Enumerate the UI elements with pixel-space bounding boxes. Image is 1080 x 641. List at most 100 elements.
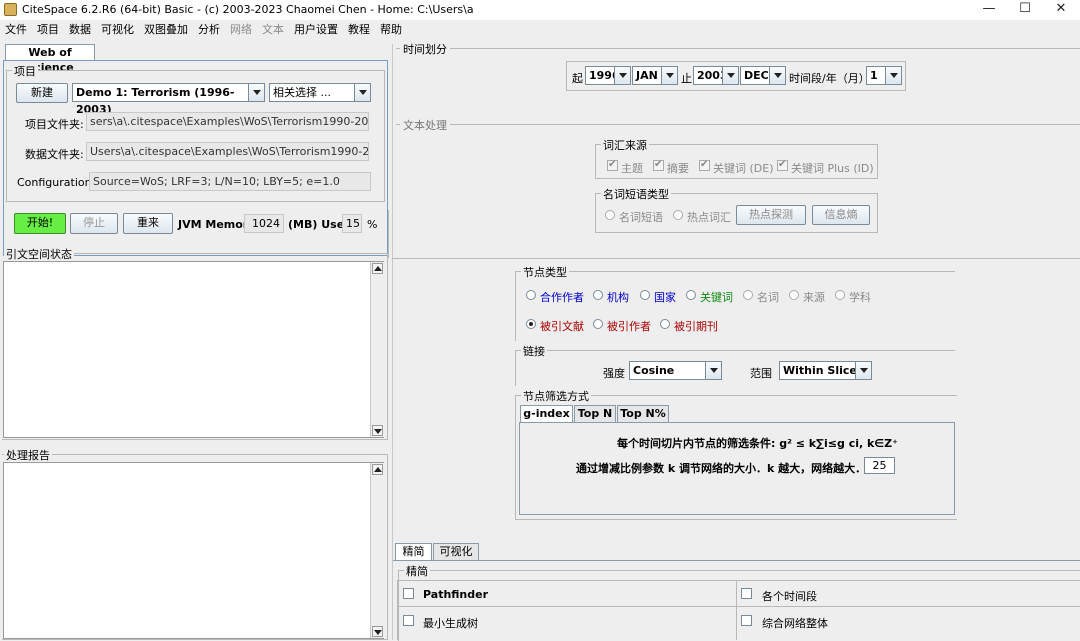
chevron-down-icon bbox=[354, 84, 370, 101]
node-country-radio[interactable] bbox=[640, 290, 650, 300]
strength-value: Cosine bbox=[633, 364, 675, 377]
tab-top-n[interactable]: Top N bbox=[574, 405, 616, 422]
per-slice-value: 1 bbox=[870, 69, 878, 82]
node-category-radio[interactable] bbox=[835, 290, 845, 300]
node-cited-author-label: 被引作者 bbox=[607, 320, 651, 333]
source-plus-checkbox[interactable] bbox=[777, 159, 788, 171]
links-title: 链接 bbox=[521, 343, 547, 359]
node-coauthor-radio[interactable] bbox=[526, 290, 536, 300]
entropy-button[interactable]: 信息熵 bbox=[812, 205, 870, 225]
new-project-button[interactable]: 新建 bbox=[16, 83, 68, 103]
slice-networks-checkbox[interactable] bbox=[741, 588, 752, 599]
start-button[interactable]: 开始! bbox=[14, 213, 66, 234]
citation-space-title: 引文空间状态 bbox=[4, 246, 74, 262]
source-abstract-label: 摘要 bbox=[667, 162, 689, 175]
tab-top-n-percent[interactable]: Top N% bbox=[617, 405, 669, 422]
burst-detection-button[interactable]: 热点探测 bbox=[736, 205, 806, 225]
menu-preferences[interactable]: 用户设置 bbox=[289, 20, 343, 40]
tab-g-index[interactable]: g-index bbox=[520, 405, 573, 422]
scroll-up-icon[interactable] bbox=[372, 464, 383, 475]
window-title: CiteSpace 6.2.R6 (64-bit) Basic - (c) 20… bbox=[22, 3, 474, 16]
pathfinder-label: Pathfinder bbox=[423, 588, 489, 601]
tab-visualization[interactable]: 可视化 bbox=[433, 543, 479, 560]
scroll-down-icon[interactable] bbox=[372, 425, 383, 436]
menu-analysis[interactable]: 分析 bbox=[193, 20, 225, 40]
project-dir-field[interactable]: sers\a\.citespace\Examples\WoS\Terrorism… bbox=[86, 112, 369, 131]
divider bbox=[396, 124, 1080, 125]
to-year-select[interactable]: 2003 bbox=[693, 66, 739, 85]
node-term-label: 名词 bbox=[757, 291, 779, 304]
menu-project[interactable]: 项目 bbox=[32, 20, 64, 40]
menu-help[interactable]: 帮助 bbox=[375, 20, 407, 40]
slice-networks-label: 各个时间段 bbox=[762, 590, 817, 603]
data-dir-label: 数据文件夹: bbox=[25, 148, 84, 161]
pruning-title: 精简 bbox=[404, 563, 430, 579]
menu-data[interactable]: 数据 bbox=[64, 20, 96, 40]
divider bbox=[392, 44, 393, 640]
node-cited-reference-label: 被引文献 bbox=[540, 320, 584, 333]
mst-checkbox[interactable] bbox=[403, 615, 414, 626]
chevron-down-icon bbox=[722, 67, 738, 84]
strength-select[interactable]: Cosine bbox=[629, 361, 722, 380]
source-topic-label: 主题 bbox=[621, 162, 643, 175]
source-topic-checkbox[interactable] bbox=[607, 159, 618, 171]
stop-button[interactable]: 停止 bbox=[70, 213, 118, 234]
merged-network-checkbox[interactable] bbox=[741, 615, 752, 626]
merged-network-label: 综合网络整体 bbox=[762, 617, 828, 630]
g-index-formula: 每个时间切片内节点的筛选条件: g² ≤ k∑i≤g ci, k∈Z⁺ bbox=[617, 437, 898, 450]
from-month-select[interactable]: JAN bbox=[632, 66, 678, 85]
per-slice-select[interactable]: 1 bbox=[866, 66, 902, 85]
node-keyword-radio[interactable] bbox=[686, 290, 696, 300]
node-cited-journal-radio[interactable] bbox=[660, 319, 670, 329]
chevron-down-icon bbox=[705, 362, 721, 379]
burst-term-label: 热点词汇 bbox=[687, 211, 731, 224]
strength-label: 强度 bbox=[603, 367, 625, 380]
tab-web-of-science[interactable]: Web of Science bbox=[5, 44, 95, 74]
scrollbar[interactable] bbox=[370, 262, 384, 437]
reset-button[interactable]: 重来 bbox=[123, 213, 173, 234]
source-de-checkbox[interactable] bbox=[699, 159, 710, 171]
chevron-down-icon bbox=[614, 67, 630, 84]
menu-dual-map[interactable]: 双图叠加 bbox=[139, 20, 193, 40]
config-label: Configuration: bbox=[17, 176, 96, 189]
node-cited-reference-radio[interactable] bbox=[526, 319, 536, 329]
source-abstract-checkbox[interactable] bbox=[653, 159, 664, 171]
k-value-input[interactable]: 25 bbox=[864, 457, 895, 474]
noun-phrase-radio[interactable] bbox=[605, 210, 615, 220]
citation-space-textarea[interactable] bbox=[3, 261, 384, 438]
scrollbar[interactable] bbox=[370, 463, 384, 638]
pathfinder-checkbox[interactable] bbox=[403, 588, 414, 599]
close-button[interactable]: ✕ bbox=[1038, 0, 1080, 20]
selection-title: 节点筛选方式 bbox=[521, 388, 591, 404]
menu-bar: 文件 项目 数据 可视化 双图叠加 分析 网络 文本 用户设置 教程 帮助 bbox=[0, 20, 1080, 40]
node-cited-author-radio[interactable] bbox=[593, 319, 603, 329]
from-year-select[interactable]: 1996 bbox=[585, 66, 631, 85]
node-term-radio[interactable] bbox=[743, 290, 753, 300]
from-label: 起 bbox=[572, 72, 583, 85]
node-institution-radio[interactable] bbox=[593, 290, 603, 300]
node-country-label: 国家 bbox=[654, 291, 676, 304]
memory-used-value: 15 bbox=[342, 214, 362, 233]
scope-value: Within Slices bbox=[783, 364, 864, 377]
menu-tutorial[interactable]: 教程 bbox=[343, 20, 375, 40]
divider bbox=[388, 210, 389, 258]
menu-visualize[interactable]: 可视化 bbox=[96, 20, 139, 40]
config-field[interactable]: Source=WoS; LRF=3; L/N=10; LBY=5; e=1.0 bbox=[89, 172, 371, 191]
data-dir-field[interactable]: Users\a\.citespace\Examples\WoS\Terroris… bbox=[86, 142, 369, 161]
project-select[interactable]: Demo 1: Terrorism (1996-2003) bbox=[72, 83, 265, 116]
burst-term-radio[interactable] bbox=[673, 210, 683, 220]
node-coauthor-label: 合作作者 bbox=[540, 291, 584, 304]
report-textarea[interactable] bbox=[3, 462, 384, 639]
scroll-down-icon[interactable] bbox=[372, 626, 383, 637]
tab-pruning[interactable]: 精简 bbox=[395, 543, 432, 560]
chevron-down-icon bbox=[885, 67, 901, 84]
menu-file[interactable]: 文件 bbox=[0, 20, 32, 40]
scope-select[interactable]: Within Slices bbox=[779, 361, 872, 380]
related-select[interactable]: 相关选择 ... bbox=[269, 83, 371, 102]
menu-network[interactable]: 网络 bbox=[225, 20, 257, 40]
scroll-up-icon[interactable] bbox=[372, 263, 383, 274]
node-source-radio[interactable] bbox=[789, 290, 799, 300]
to-month-select[interactable]: DEC bbox=[740, 66, 786, 85]
term-type-title: 名词短语类型 bbox=[601, 186, 671, 202]
menu-text[interactable]: 文本 bbox=[257, 20, 289, 40]
